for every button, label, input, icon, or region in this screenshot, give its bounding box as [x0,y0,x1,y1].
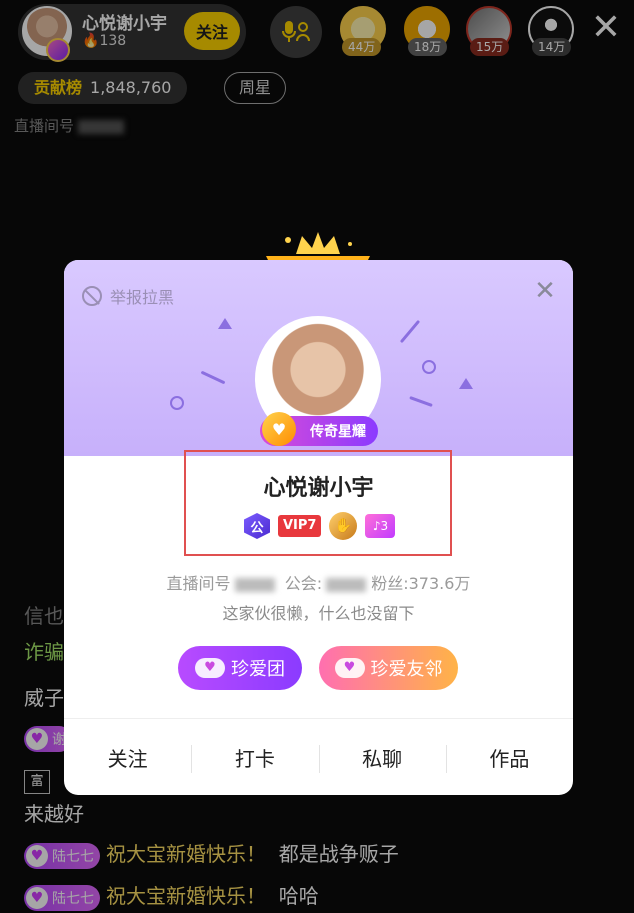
user-profile-card: 举报拉黑 ✕ 传奇星耀 ♥ 心悦谢小宇 公 VIP7 ✋ ♪ 3 直播间号 公会:… [64,260,573,795]
private-chat-button[interactable]: 私聊 [318,719,446,795]
fan-neighbor-button[interactable]: ♥ 珍爱友邻 [319,646,458,690]
works-button[interactable]: 作品 [445,719,573,795]
decor-triangle [459,378,473,389]
fan-group-button[interactable]: ♥ 珍爱团 [178,646,302,690]
profile-meta: 直播间号 公会: 粉丝:373.6万 [64,570,573,594]
report-label: 举报拉黑 [110,288,175,307]
guild-blurred [326,577,367,592]
close-card-icon[interactable]: ✕ [530,276,560,306]
level-badge: ♪ 3 [365,514,396,538]
block-icon [82,286,102,306]
heart-pair-icon: ♥ [334,658,365,678]
wing-heart-icon: ♥ [195,658,225,678]
decor-circle [170,396,184,410]
highlight-box [184,450,452,556]
decor-circle [422,360,436,374]
fans-count: 粉丝:373.6万 [371,574,471,593]
handshake-badge-icon: ✋ [329,512,358,540]
checkin-button[interactable]: 打卡 [191,719,318,795]
guild-badge-icon: 公 [244,513,270,539]
follow-button[interactable]: 关注 [64,719,191,795]
report-block-button[interactable]: 举报拉黑 [82,284,174,308]
profile-name: 心悦谢小宇 [263,476,374,501]
room-number-blurred [234,577,275,592]
decor-triangle [218,318,232,329]
profile-bio: 这家伙很懒，什么也没留下 [222,604,415,623]
guild-label: 公会: [284,574,323,593]
room-label: 直播间号 [166,574,231,593]
action-bar: 关注 打卡 私聊 作品 [64,719,573,795]
badge-row: 公 VIP7 ✋ ♪ 3 [244,512,396,540]
vip-badge: VIP7 [278,515,322,537]
heart-badge-icon: ♥ [262,412,296,446]
